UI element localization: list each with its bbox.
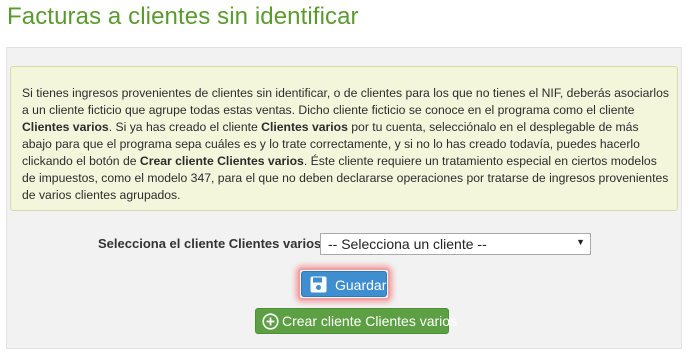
content-panel: Si tienes ingresos provenientes de clien… <box>6 47 682 349</box>
create-client-button-label: Crear cliente Clientes varios <box>282 313 458 329</box>
dropdown-arrow-icon: ▼ <box>576 237 585 247</box>
info-bold-2: Clientes varios <box>261 120 348 134</box>
client-select-label: Selecciona el cliente Clientes varios: <box>98 236 326 251</box>
info-box: Si tienes ingresos provenientes de clien… <box>10 66 678 211</box>
plus-circle-icon <box>262 313 279 330</box>
info-bold-3: Crear cliente Clientes varios <box>139 154 304 168</box>
info-bold-1: Clientes varios <box>22 120 109 134</box>
page-title: Facturas a clientes sin identificar <box>7 3 359 30</box>
save-button-focus-ring: Guardar <box>298 268 390 300</box>
save-button[interactable]: Guardar <box>301 271 387 297</box>
floppy-disk-icon <box>310 276 327 293</box>
save-button-label: Guardar <box>335 277 387 293</box>
client-select-row: Selecciona el cliente Clientes varios: -… <box>7 233 683 257</box>
client-select-value: -- Selecciona un cliente -- <box>328 236 487 252</box>
create-client-button[interactable]: Crear cliente Clientes varios <box>255 308 457 334</box>
info-text-2: . Si ya has creado el cliente <box>108 120 262 134</box>
info-text-1: Si tienes ingresos provenientes de clien… <box>22 86 669 117</box>
client-select[interactable]: -- Selecciona un cliente -- ▼ <box>320 233 591 255</box>
